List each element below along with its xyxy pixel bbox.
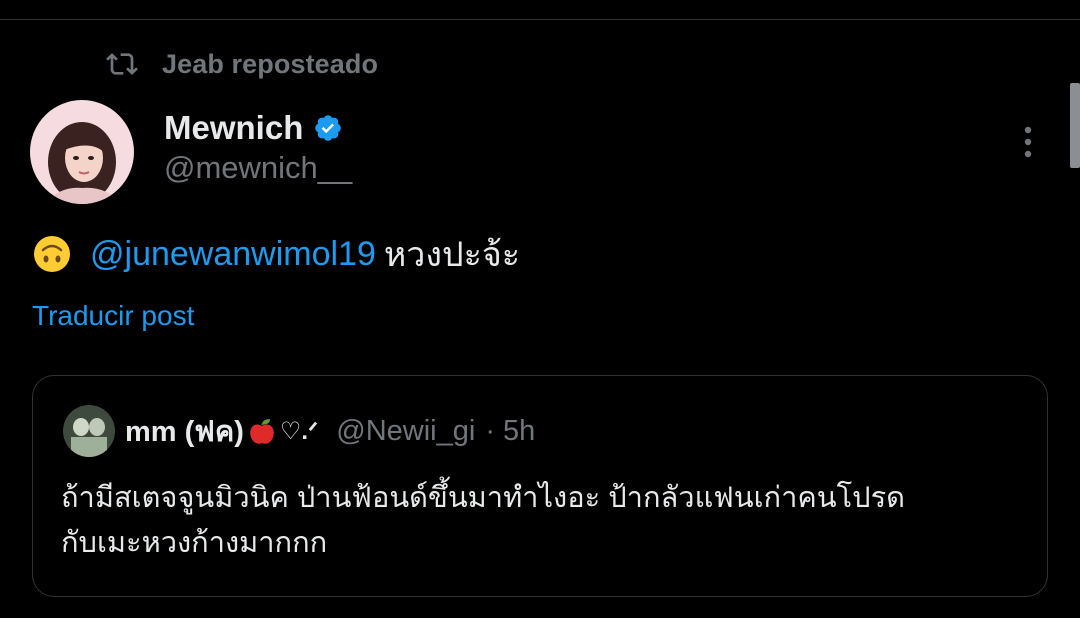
tweet-text: @junewanwimol19 หวงปะจ้ะ bbox=[32, 230, 520, 278]
tweet-body-text: หวงปะจ้ะ bbox=[383, 236, 521, 274]
author-name-row[interactable]: Mewnich bbox=[164, 106, 343, 150]
quoted-author-display-name: mm (ฟค) bbox=[125, 416, 244, 448]
apple-emoji-icon bbox=[250, 418, 274, 444]
quoted-separator: · bbox=[485, 414, 495, 447]
quoted-author-name-suffix: ♡.ᐟ bbox=[279, 417, 319, 445]
author-avatar[interactable] bbox=[30, 100, 134, 204]
repost-indicator[interactable]: Jeab reposteado bbox=[106, 48, 378, 80]
repost-icon bbox=[106, 53, 138, 75]
repost-label: Jeab reposteado bbox=[162, 48, 379, 79]
translate-post-link[interactable]: Traducir post bbox=[32, 300, 194, 332]
quoted-author-handle[interactable]: @Newii_gi bbox=[336, 415, 475, 448]
verified-badge-icon bbox=[315, 115, 342, 141]
mention-link[interactable]: @junewanwimol19 bbox=[90, 235, 376, 274]
quoted-body-line: ถ้ามีสเตจจูนมิวนิค ป่านฟ้อนด์ขึ้นมาทำไงอ… bbox=[61, 482, 905, 514]
quoted-timestamp[interactable]: 5h bbox=[503, 415, 535, 448]
author-handle[interactable]: @mewnich__ bbox=[164, 150, 352, 186]
quoted-author-avatar[interactable] bbox=[63, 405, 115, 457]
upside-down-face-emoji-icon bbox=[34, 236, 70, 272]
more-vertical-icon bbox=[1024, 126, 1032, 158]
top-divider bbox=[0, 19, 1080, 20]
quoted-author-name[interactable]: mm (ฟค) ♡.ᐟ bbox=[125, 408, 318, 454]
more-options-button[interactable] bbox=[1008, 118, 1048, 166]
scrollbar-thumb[interactable] bbox=[1070, 83, 1080, 168]
quoted-body-line: กับเมะหวงก้างมากกก bbox=[61, 527, 328, 559]
quoted-tweet-header: mm (ฟค) ♡.ᐟ @Newii_gi · 5h bbox=[63, 404, 535, 458]
quoted-tweet-body: ถ้ามีสเตจจูนมิวนิค ป่านฟ้อนด์ขึ้นมาทำไงอ… bbox=[61, 476, 1021, 566]
author-display-name[interactable]: Mewnich bbox=[164, 109, 303, 147]
quoted-tweet-card[interactable]: mm (ฟค) ♡.ᐟ @Newii_gi · 5h ถ้ามีสเตจจูนม… bbox=[32, 375, 1048, 597]
